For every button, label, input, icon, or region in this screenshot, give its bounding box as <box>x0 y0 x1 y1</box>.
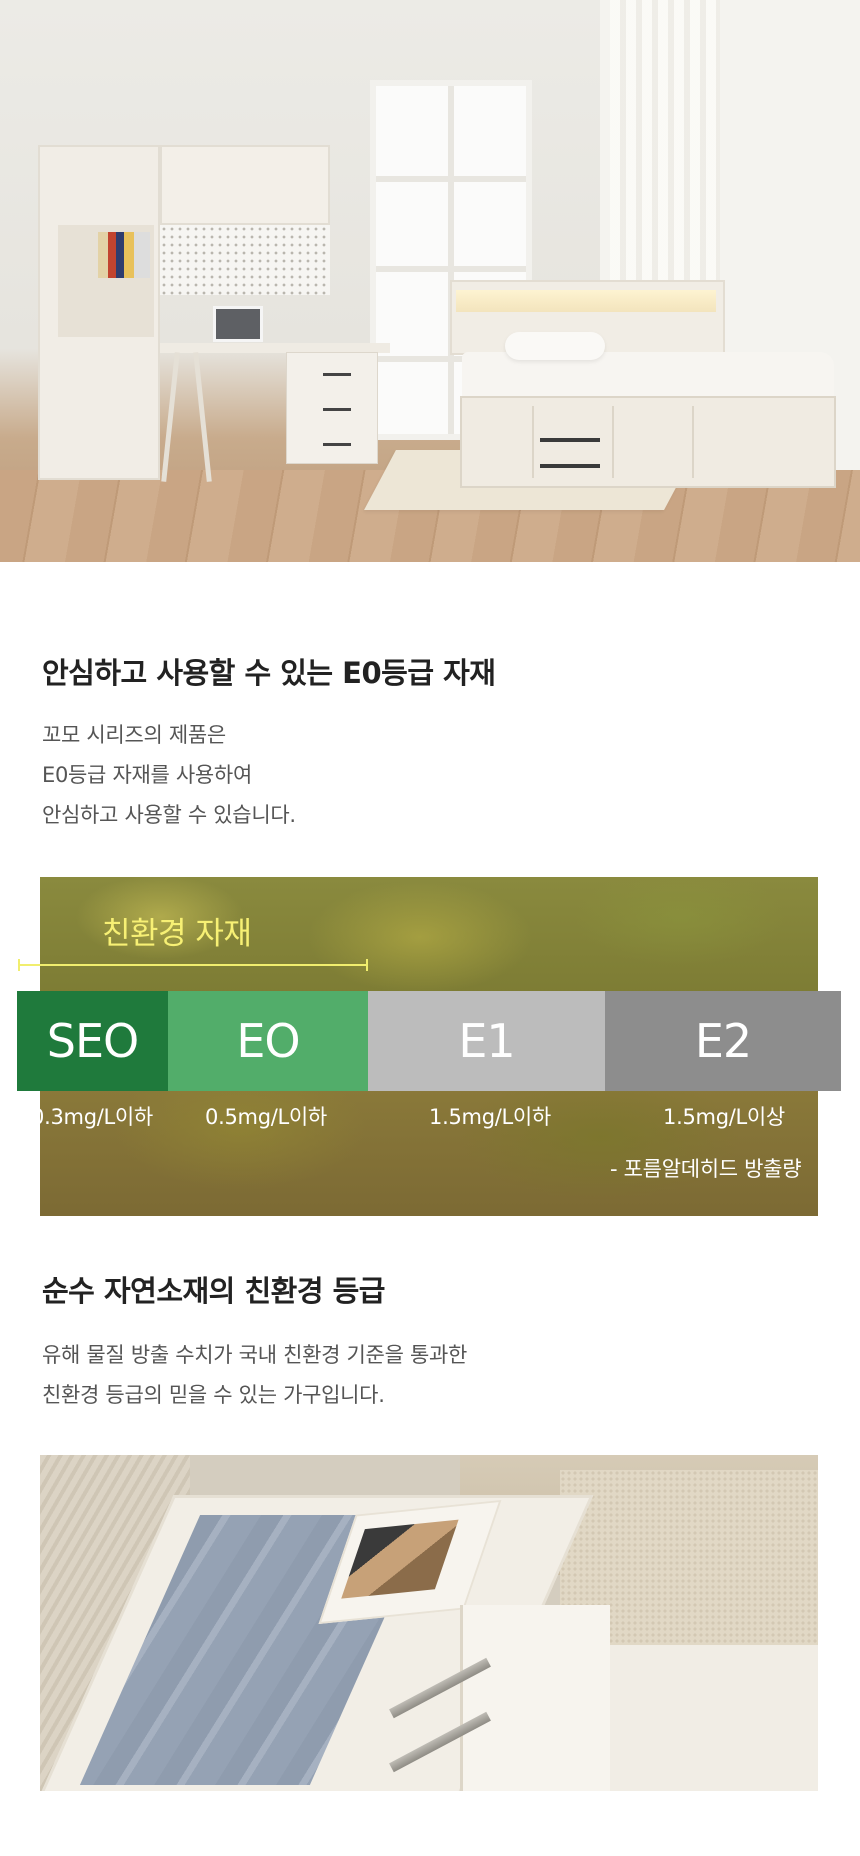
bed-storage-base <box>460 396 836 488</box>
laptop <box>213 306 263 342</box>
section-title-e0: 안심하고 사용할 수 있는 E0등급 자재 <box>42 656 496 690</box>
magazine-photo <box>341 1519 459 1599</box>
description-line: 안심하고 사용할 수 있습니다. <box>42 803 296 827</box>
grade-bar-eo: EO <box>168 991 368 1091</box>
section-description-e0: 꼬모 시리즈의 제품은 E0등급 자재를 사용하여 안심하고 사용할 수 있습니… <box>42 715 296 835</box>
eco-material-bracket <box>18 959 368 971</box>
section-title-eco-grade: 순수 자연소재의 친환경 등급 <box>42 1274 385 1308</box>
books <box>98 232 150 278</box>
drawer-unit <box>286 352 378 464</box>
grade-value-e2: 1.5mg/L이상 <box>663 1105 785 1129</box>
drawer-detail-photo <box>40 1455 818 1791</box>
grade-value-e1: 1.5mg/L이하 <box>429 1105 551 1129</box>
grade-bar-seo: SEO <box>17 991 168 1091</box>
desk-leg <box>193 352 212 482</box>
description-line: 꼬모 시리즈의 제품은 <box>42 723 226 747</box>
section-description-eco-grade: 유해 물질 방출 수치가 국내 친환경 기준을 통과한 친환경 등급의 믿을 수… <box>42 1335 467 1415</box>
pegboard <box>160 225 330 295</box>
description-line: 유해 물질 방출 수치가 국내 친환경 기준을 통과한 <box>42 1343 468 1367</box>
description-line: E0등급 자재를 사용하여 <box>42 763 252 787</box>
hero-room-photo <box>0 0 860 562</box>
desk-leg <box>161 352 180 482</box>
headboard-light <box>456 290 716 312</box>
eco-material-label: 친환경 자재 <box>102 916 252 952</box>
description-line: 친환경 등급의 믿을 수 있는 가구입니다. <box>42 1383 385 1407</box>
grade-bar-e2: E2 <box>605 991 841 1091</box>
grade-value-eo: 0.5mg/L이하 <box>205 1105 327 1129</box>
drawer-front-panel <box>460 1605 610 1791</box>
formaldehyde-note: - 포름알데히드 방출량 <box>610 1157 802 1181</box>
formaldehyde-grade-chart: 친환경 자재 SEO EO E1 E2 0.3mg/L이하 0.5mg/L이하 … <box>17 877 841 1216</box>
pillow <box>505 332 605 360</box>
upper-cabinet <box>160 145 330 225</box>
grade-bar-e1: E1 <box>368 991 605 1091</box>
bed-storage-base <box>610 1645 818 1791</box>
grade-value-seo: 0.3mg/L이하 <box>31 1105 153 1129</box>
